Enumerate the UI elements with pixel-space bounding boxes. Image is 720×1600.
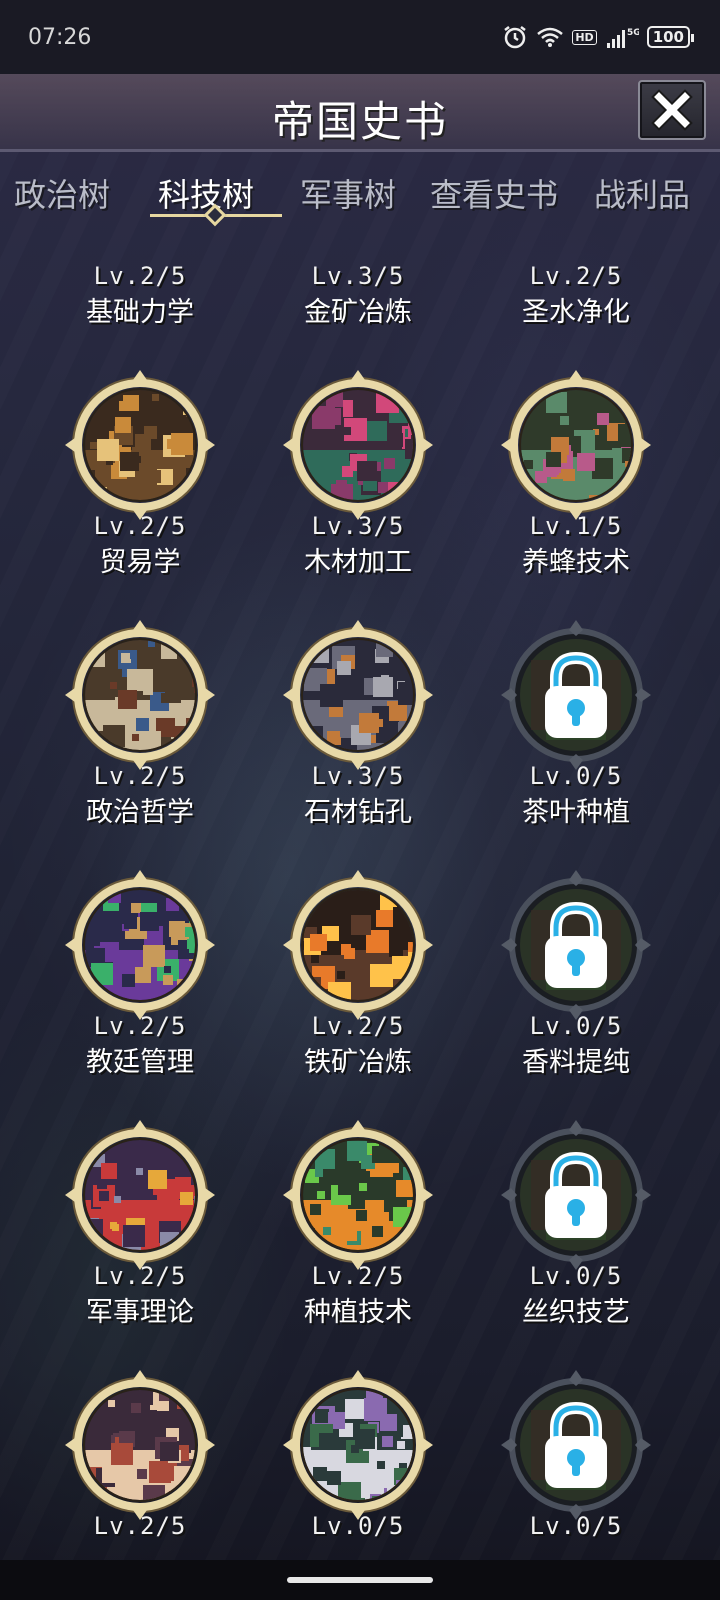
tech-level: Lv.2/5 <box>311 1012 405 1040</box>
tech-name: 茶叶种植 <box>522 797 630 828</box>
status-time: 07:26 <box>28 24 92 50</box>
tech-level: Lv.2/5 <box>93 262 187 290</box>
tech-name: 金矿冶炼 <box>304 297 412 328</box>
tech-medal[interactable] <box>501 370 651 520</box>
tech-medal[interactable] <box>65 870 215 1020</box>
tech-level: Lv.0/5 <box>529 1512 623 1540</box>
svg-text:5G: 5G <box>627 28 639 38</box>
navigation-bar <box>0 1560 720 1600</box>
tab-spoils[interactable]: 战利品 <box>594 170 690 216</box>
tech-name: 贸易学 <box>99 547 181 578</box>
signal-5g-icon: 5G <box>605 25 639 49</box>
tech-level: Lv.2/5 <box>93 762 187 790</box>
tech-level: Lv.1/5 <box>529 512 623 540</box>
tech-level: Lv.2/5 <box>93 512 187 540</box>
tech-medal[interactable] <box>283 370 433 520</box>
page-title: 帝国史书 <box>271 97 448 146</box>
tech-level: Lv.0/5 <box>311 1512 405 1540</box>
close-icon <box>651 89 693 131</box>
tech-name: 基础力学 <box>86 297 194 328</box>
tech-name: 养蜂技术 <box>522 547 630 578</box>
tech-name: 种植技术 <box>304 1297 412 1328</box>
tech-level: Lv.3/5 <box>311 762 405 790</box>
tech-medal[interactable] <box>283 870 433 1020</box>
locked-tech-medal[interactable] <box>501 870 651 1020</box>
wifi-icon <box>536 26 564 48</box>
background-scenery <box>0 150 720 1560</box>
tab-technology[interactable]: 科技树 <box>158 170 254 216</box>
locked-tech-medal[interactable] <box>501 1120 651 1270</box>
tech-medal[interactable] <box>283 620 433 770</box>
tech-level: Lv.3/5 <box>311 262 405 290</box>
tech-name: 铁矿冶炼 <box>304 1047 412 1078</box>
tech-level: Lv.2/5 <box>529 262 623 290</box>
hd-icon: HD <box>572 29 597 45</box>
tech-name: 教廷管理 <box>86 1047 194 1078</box>
tech-name: 丝织技艺 <box>522 1297 630 1328</box>
battery-icon: 100 <box>646 26 695 48</box>
status-bar: 07:26 HD 5G 100 <box>0 0 720 74</box>
tech-level: Lv.2/5 <box>93 1512 187 1540</box>
tech-medal[interactable] <box>283 1120 433 1270</box>
home-indicator[interactable] <box>287 1577 433 1583</box>
tech-level: Lv.2/5 <box>93 1262 187 1290</box>
tab-history-book[interactable]: 查看史书 <box>430 170 558 216</box>
tech-medal[interactable] <box>65 1370 215 1520</box>
tech-name: 军事理论 <box>86 1297 194 1328</box>
status-icons: HD 5G 100 <box>502 24 695 50</box>
tab-military[interactable]: 军事树 <box>300 170 396 216</box>
tech-medal[interactable] <box>65 1120 215 1270</box>
tab-politics[interactable]: 政治树 <box>14 170 110 216</box>
tech-level: Lv.2/5 <box>311 1262 405 1290</box>
title-bar: 帝国史书 <box>0 74 720 152</box>
tech-level: Lv.0/5 <box>529 1012 623 1040</box>
tech-medal[interactable] <box>65 620 215 770</box>
tech-medal[interactable] <box>283 1370 433 1520</box>
tech-name: 政治哲学 <box>86 797 194 828</box>
tech-level: Lv.0/5 <box>529 762 623 790</box>
tab-bar: 政治树 科技树 军事树 查看史书 战利品 <box>0 158 720 228</box>
tech-level: Lv.3/5 <box>311 512 405 540</box>
tech-level: Lv.0/5 <box>529 1262 623 1290</box>
tech-name: 圣水净化 <box>522 297 630 328</box>
tech-name: 木材加工 <box>304 547 412 578</box>
locked-tech-medal[interactable] <box>501 620 651 770</box>
locked-tech-medal[interactable] <box>501 1370 651 1520</box>
tech-name: 石材钻孔 <box>304 797 412 828</box>
tech-medal[interactable] <box>65 370 215 520</box>
alarm-icon <box>502 24 528 50</box>
close-button[interactable] <box>638 80 706 140</box>
tech-level: Lv.2/5 <box>93 1012 187 1040</box>
tech-name: 香料提纯 <box>522 1047 630 1078</box>
